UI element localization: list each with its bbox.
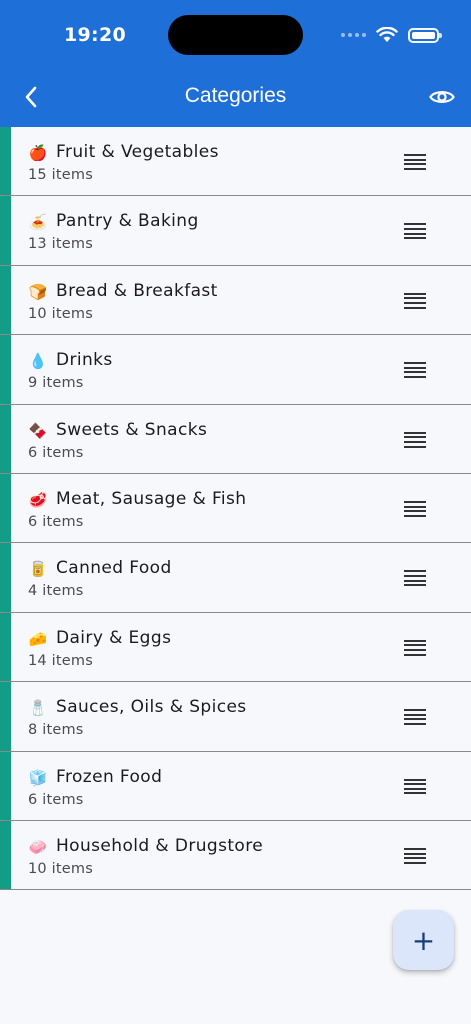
page-title: Categories	[184, 84, 287, 107]
category-row[interactable]: 🧼 Household & Drugstore 10 items	[0, 820, 471, 891]
category-count: 15 items	[28, 167, 93, 183]
drag-handle-icon[interactable]	[404, 709, 426, 726]
category-row[interactable]: 🥩 Meat, Sausage & Fish 6 items	[0, 473, 471, 544]
category-count: 6 items	[28, 791, 84, 808]
drag-handle-icon[interactable]	[404, 362, 426, 379]
category-name: Household & Drugstore	[56, 835, 264, 856]
category-name: Drinks	[56, 350, 113, 371]
row-accent	[0, 335, 11, 404]
category-name: Canned Food	[56, 558, 172, 579]
category-count: 10 items	[28, 305, 93, 322]
drag-handle-icon[interactable]	[404, 639, 426, 656]
category-count: 13 items	[28, 236, 93, 253]
category-name: Sauces, Oils & Spices	[56, 697, 247, 718]
row-accent	[0, 196, 11, 265]
category-emoji-icon: 🧊	[28, 768, 48, 787]
row-accent	[0, 751, 11, 820]
category-row[interactable]: 🍞 Bread & Breakfast 10 items	[0, 265, 471, 336]
category-row[interactable]: 🧂 Sauces, Oils & Spices 8 items	[0, 682, 471, 752]
category-count: 8 items	[28, 722, 84, 739]
category-row[interactable]: 💧 Drinks 9 items	[0, 335, 471, 405]
category-row[interactable]: 🍫 Sweets & Snacks 6 items	[0, 404, 471, 474]
plus-icon: +	[411, 923, 436, 957]
category-row[interactable]: 🧊 Frozen Food 6 items	[0, 751, 471, 821]
drag-handle-icon[interactable]	[404, 292, 426, 309]
category-emoji-icon: 🍎	[28, 144, 48, 162]
category-emoji-icon: 🍫	[28, 421, 48, 440]
row-accent	[0, 265, 11, 335]
category-emoji-icon: 🧼	[28, 837, 48, 856]
drag-handle-icon[interactable]	[404, 778, 426, 795]
category-count: 6 items	[28, 444, 84, 461]
category-row[interactable]: 🍝 Pantry & Baking 13 items	[0, 196, 471, 266]
category-emoji-icon: 🍝	[28, 213, 48, 232]
row-accent	[0, 543, 11, 612]
category-name: Sweets & Snacks	[56, 419, 208, 440]
row-accent	[0, 404, 11, 473]
category-count: 10 items	[28, 860, 93, 877]
drag-handle-icon[interactable]	[404, 570, 426, 587]
add-category-button[interactable]: +	[393, 910, 454, 970]
category-row[interactable]: 🧀 Dairy & Eggs 14 items	[0, 612, 471, 683]
category-list: 🍎 Fruit & Vegetables 15 items 🍝 Pantry &…	[0, 127, 471, 891]
dynamic-island	[168, 15, 303, 55]
category-emoji-icon: 🥫	[28, 560, 48, 579]
category-count: 6 items	[28, 513, 84, 530]
row-accent	[0, 820, 11, 890]
eye-icon	[429, 91, 455, 103]
row-accent	[0, 612, 11, 682]
category-row[interactable]: 🥫 Canned Food 4 items	[0, 543, 471, 613]
drag-handle-icon[interactable]	[404, 500, 426, 517]
category-count: 14 items	[28, 652, 93, 669]
drag-handle-icon[interactable]	[404, 223, 426, 240]
category-name: Dairy & Eggs	[56, 627, 172, 648]
row-accent	[0, 473, 11, 543]
category-emoji-icon: 🧀	[28, 629, 48, 648]
category-emoji-icon: 🥩	[28, 490, 48, 509]
app-header: 19:20 Categories	[0, 0, 471, 127]
category-name: Frozen Food	[56, 766, 163, 787]
category-name: Pantry & Baking	[56, 211, 199, 232]
battery-icon	[408, 27, 442, 43]
category-name: Meat, Sausage & Fish	[56, 488, 247, 509]
status-time: 19:20	[64, 24, 126, 46]
drag-handle-icon[interactable]	[404, 847, 426, 864]
visibility-toggle-button[interactable]	[427, 82, 457, 112]
signal-icon	[341, 33, 366, 37]
wifi-icon	[376, 27, 398, 42]
row-accent	[0, 682, 11, 751]
drag-handle-icon[interactable]	[404, 431, 426, 448]
category-count: 9 items	[28, 375, 84, 392]
drag-handle-icon[interactable]	[404, 154, 426, 170]
category-emoji-icon: 🍞	[28, 282, 48, 301]
category-emoji-icon: 💧	[28, 352, 48, 371]
status-icons	[341, 24, 442, 46]
category-count: 4 items	[28, 583, 84, 600]
category-name: Fruit & Vegetables	[56, 142, 219, 162]
category-emoji-icon: 🧂	[28, 699, 48, 718]
category-name: Bread & Breakfast	[56, 280, 218, 301]
category-row[interactable]: 🍎 Fruit & Vegetables 15 items	[0, 127, 471, 197]
row-accent	[0, 127, 11, 196]
